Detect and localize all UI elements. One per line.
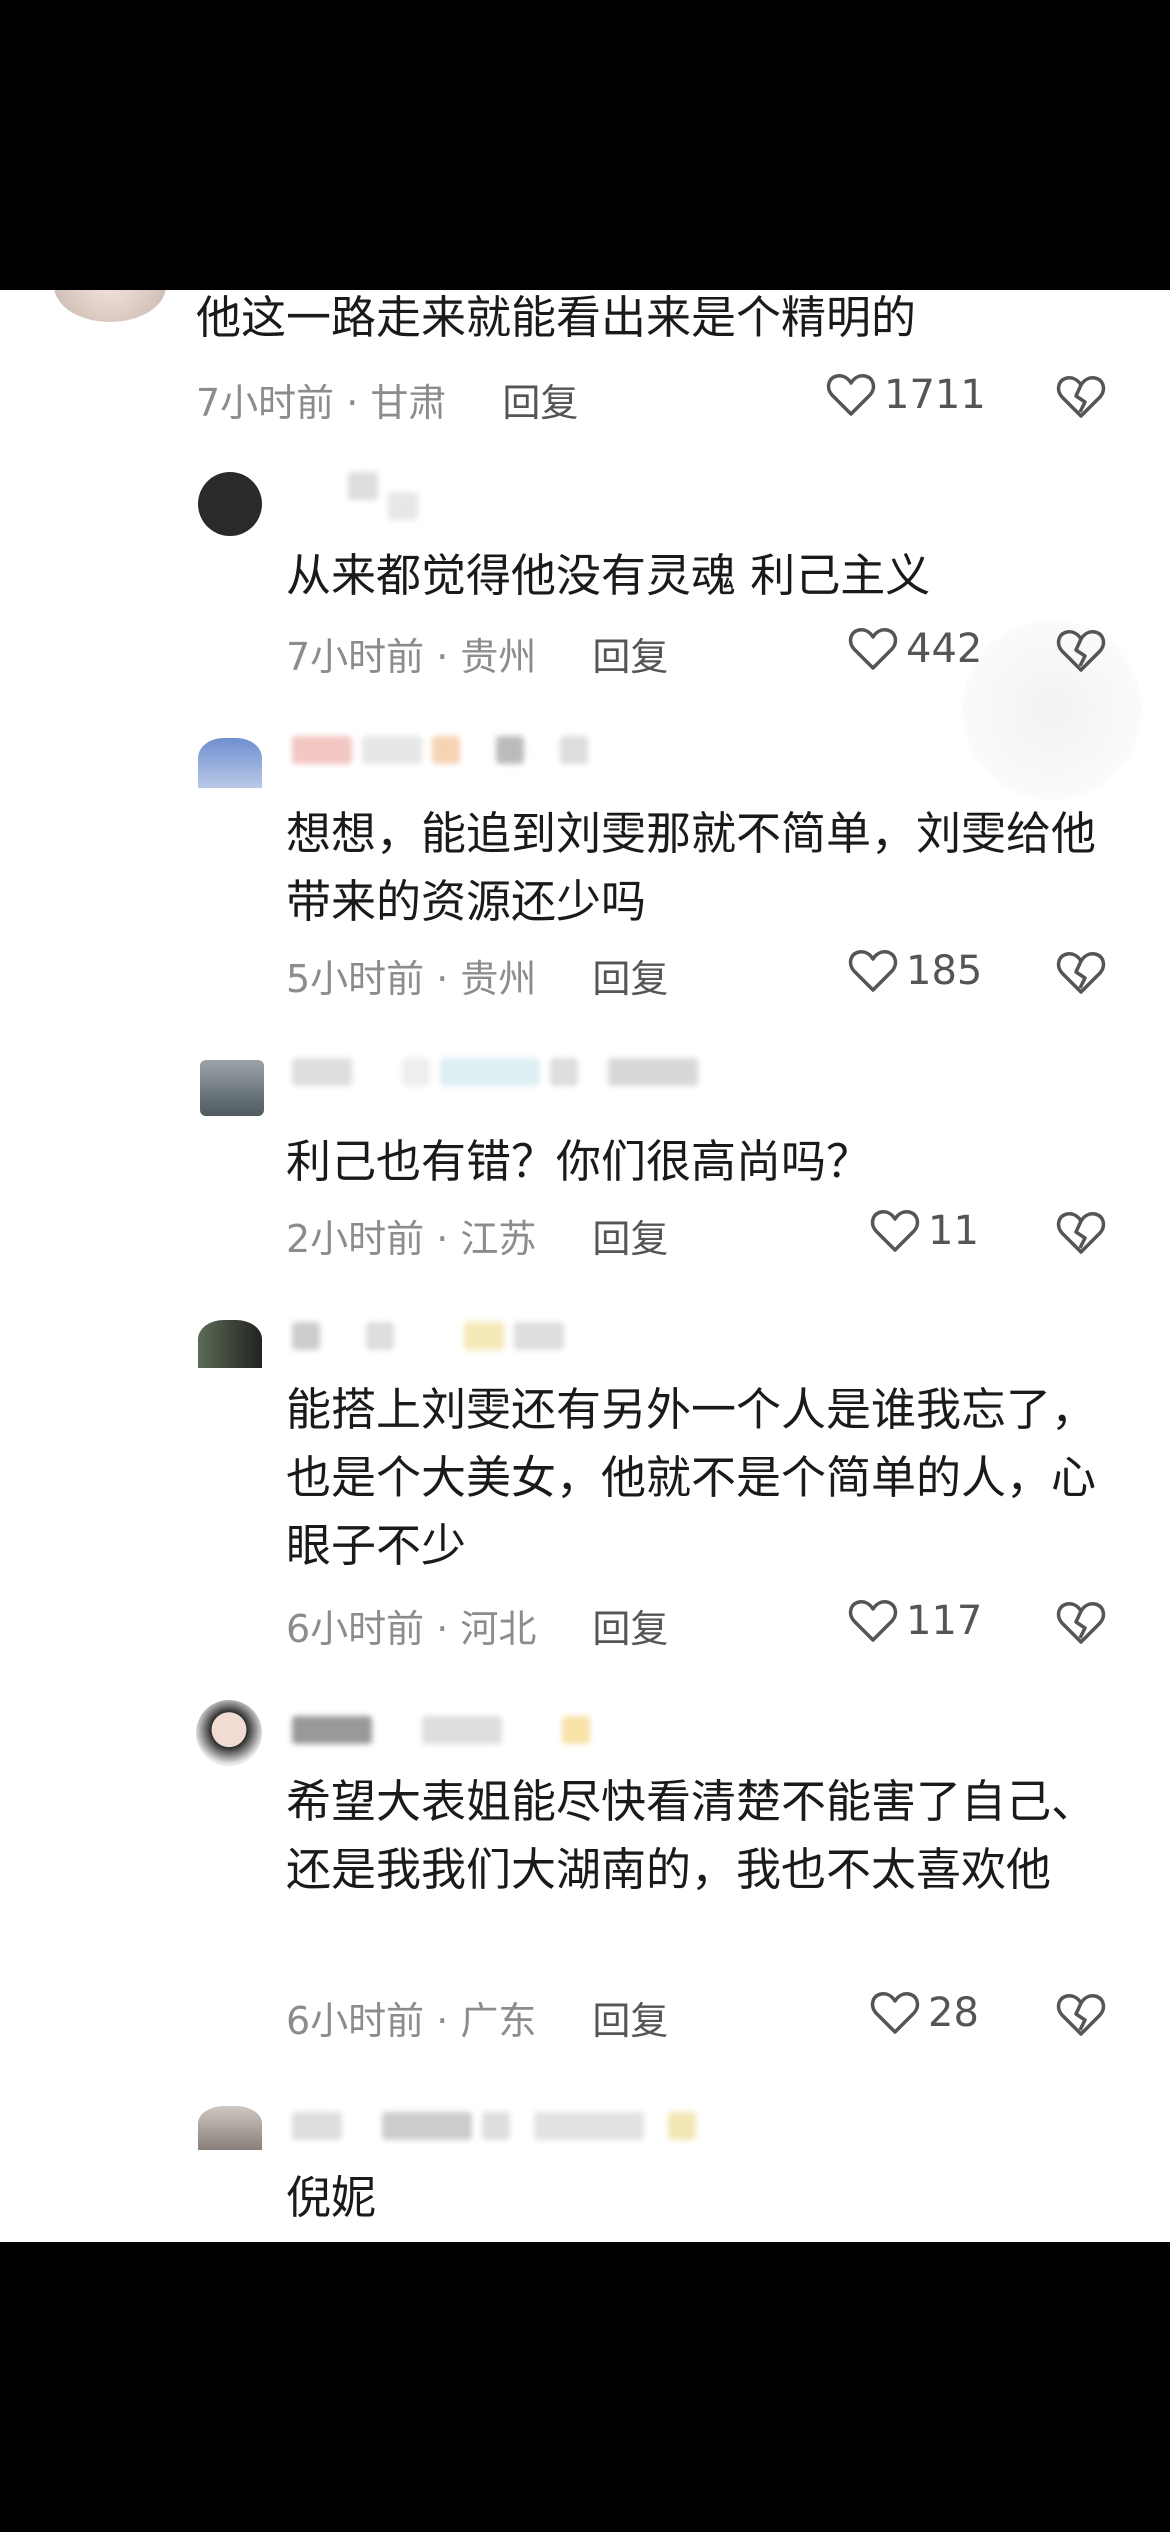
avatar[interactable] bbox=[200, 1060, 264, 1116]
comment-text: 能搭上刘雯还有另外一个人是谁我忘了，也是个大美女，他就不是个简单的人，心眼子不少 bbox=[286, 1383, 1097, 1572]
like-count: 1711 bbox=[884, 372, 986, 418]
broken-heart-icon[interactable] bbox=[1056, 1600, 1106, 1646]
comment-time-location: 2小时前 · 江苏 bbox=[286, 1216, 537, 1261]
username-blurred[interactable] bbox=[292, 1058, 698, 1086]
like-button[interactable]: 28 bbox=[870, 1990, 979, 2036]
avatar[interactable] bbox=[196, 1700, 262, 1766]
comment-time-location: 5小时前 · 贵州 bbox=[286, 956, 537, 1001]
heart-outline-icon bbox=[848, 628, 898, 670]
username-blurred[interactable] bbox=[292, 1322, 564, 1350]
heart-outline-icon bbox=[848, 950, 898, 992]
comment-text: 希望大表姐能尽快看清楚不能害了自己、还是我我们大湖南的，我也不太喜欢他 bbox=[286, 1775, 1097, 1896]
like-button[interactable]: 185 bbox=[848, 948, 982, 994]
comment-meta: 6小时前 · 广东 回复 bbox=[286, 1990, 1170, 2045]
like-count: 11 bbox=[928, 1208, 979, 1254]
like-button[interactable]: 11 bbox=[870, 1208, 979, 1254]
heart-outline-icon bbox=[870, 1992, 920, 2034]
avatar[interactable] bbox=[54, 290, 166, 322]
top-black-bar bbox=[0, 0, 1170, 290]
avatar[interactable] bbox=[198, 472, 262, 536]
reply-button[interactable]: 回复 bbox=[592, 1598, 668, 1653]
comment-text: 倪妮 bbox=[286, 2171, 377, 2224]
comment-meta: 6小时前 · 河北 回复 bbox=[286, 1598, 1170, 1653]
like-button[interactable]: 1711 bbox=[826, 372, 986, 418]
avatar[interactable] bbox=[198, 1320, 262, 1368]
like-button[interactable]: 442 bbox=[848, 626, 982, 672]
heart-outline-icon bbox=[870, 1210, 920, 1252]
avatar[interactable] bbox=[198, 2106, 262, 2150]
comment-meta: 5小时前 · 贵州 回复 bbox=[286, 948, 1170, 1003]
avatar[interactable] bbox=[198, 738, 262, 788]
heart-outline-icon bbox=[826, 374, 876, 416]
broken-heart-icon[interactable] bbox=[1056, 374, 1106, 420]
reply-button[interactable]: 回复 bbox=[592, 1208, 668, 1263]
comment-text: 想想，能追到刘雯那就不简单，刘雯给他带来的资源还少吗 bbox=[286, 807, 1097, 928]
reply-button[interactable]: 回复 bbox=[502, 372, 578, 427]
comment-time-location: 6小时前 · 河北 bbox=[286, 1606, 537, 1651]
like-count: 442 bbox=[906, 626, 983, 672]
comment-text: 他这一路走来就能看出来是个精明的 bbox=[196, 291, 917, 344]
like-count: 28 bbox=[928, 1990, 979, 2036]
comment-time-location: 7小时前 · 贵州 bbox=[286, 634, 537, 679]
broken-heart-icon[interactable] bbox=[1056, 950, 1106, 996]
comment-list: 他这一路走来就能看出来是个精明的 7小时前 · 甘肃 回复 1711 从来都觉得… bbox=[0, 290, 1170, 2242]
username-blurred[interactable] bbox=[292, 736, 588, 764]
comment-meta: 7小时前 · 贵州 回复 bbox=[286, 626, 1170, 681]
like-count: 185 bbox=[906, 948, 983, 994]
comment-text: 利己也有错？你们很高尚吗？ bbox=[286, 1135, 872, 1188]
broken-heart-icon[interactable] bbox=[1056, 1210, 1106, 1256]
username-blurred[interactable] bbox=[292, 2112, 696, 2140]
bottom-black-bar bbox=[0, 2242, 1170, 2532]
comment-meta: 2小时前 · 江苏 回复 bbox=[286, 1208, 1170, 1263]
reply-button[interactable]: 回复 bbox=[592, 626, 668, 681]
username-blurred[interactable] bbox=[348, 472, 418, 520]
broken-heart-icon[interactable] bbox=[1056, 1992, 1106, 2038]
comment-time-location: 6小时前 · 广东 bbox=[286, 1998, 537, 2043]
comment-text: 从来都觉得他没有灵魂 利己主义 bbox=[286, 549, 931, 602]
comment-time-location: 7小时前 · 甘肃 bbox=[196, 380, 447, 425]
heart-outline-icon bbox=[848, 1600, 898, 1642]
like-count: 117 bbox=[906, 1598, 983, 1644]
username-blurred[interactable] bbox=[292, 1716, 590, 1744]
reply-button[interactable]: 回复 bbox=[592, 1990, 668, 2045]
reply-button[interactable]: 回复 bbox=[592, 948, 668, 1003]
like-button[interactable]: 117 bbox=[848, 1598, 982, 1644]
broken-heart-icon[interactable] bbox=[1056, 628, 1106, 674]
